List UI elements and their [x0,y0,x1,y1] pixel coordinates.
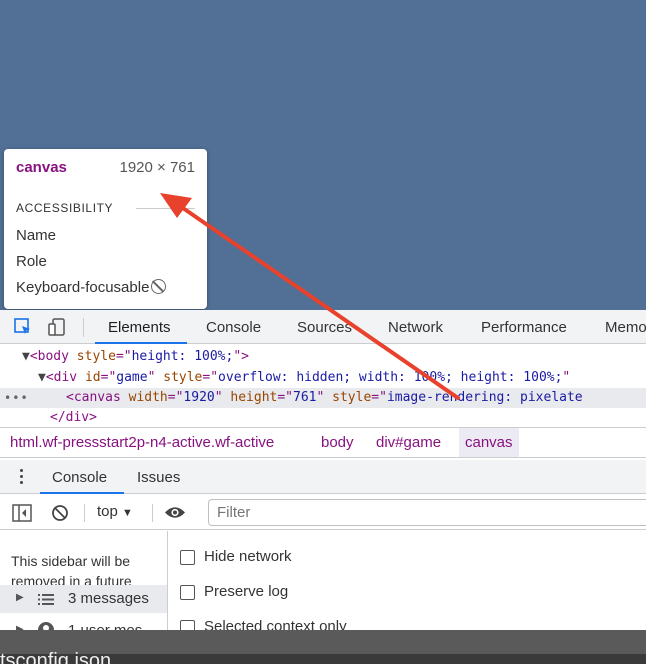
breadcrumb-div-game[interactable]: div#game [376,434,441,451]
bottom-taskbar: tsconfig.json [0,630,646,664]
toolbar-separator [84,504,85,522]
taskbar-file-label[interactable]: tsconfig.json [0,650,111,664]
tooltip-tag-name: canvas [16,159,67,176]
tooltip-row-role: Role [16,253,47,270]
device-toolbar-icon[interactable] [48,318,66,336]
filter-box [208,499,646,526]
dom-node-div-close[interactable]: </div> [50,408,646,428]
user-icon [38,622,54,630]
devtools-tabbar: Elements Console Sources Network Perform… [0,310,646,344]
dom-node-canvas[interactable]: ••• <canvas width="1920" height="761" sty… [0,388,646,408]
drawer-tab-console[interactable]: Console [52,469,107,486]
dropdown-triangle-icon: ▼ [122,507,133,519]
kebab-menu-icon[interactable] [20,469,24,485]
screen: canvas 1920 × 761 ACCESSIBILITY Name Rol… [0,0,646,664]
dom-tree: ▼<body style="height: 100%;"> ▼<div id="… [0,345,646,427]
breadcrumb-canvas[interactable]: canvas [459,428,519,457]
preserve-log-checkbox[interactable] [180,585,195,600]
show-sidebar-icon[interactable] [12,504,32,522]
drawer-tabbar: Console Issues [0,460,646,494]
tooltip-row-name: Name [16,227,57,244]
console-sidebar: This sidebar will be removed in a future… [0,531,168,630]
more-options-icon[interactable]: ••• [4,388,29,408]
hide-network-label: Hide network [204,548,292,565]
toolbar-separator [152,504,153,522]
context-select-value: top [97,503,118,520]
dom-node-div-game[interactable]: ▼<div id="game" style="overflow: hidden;… [38,368,646,388]
tooltip-divider [136,208,195,209]
tab-memory[interactable]: Memo [605,319,646,336]
tab-network[interactable]: Network [388,319,443,336]
expand-triangle-icon[interactable]: ▼ [38,370,46,385]
tab-sources[interactable]: Sources [297,319,352,336]
breadcrumb-html[interactable]: html.wf-pressstart2p-n4-active.wf-active [10,434,274,451]
tooltip-row-keyboard: Keyboard-focusable [16,279,167,296]
context-select[interactable]: top ▼ [97,503,133,520]
collapsed-triangle-icon: ▶ [16,592,24,603]
list-icon [38,594,54,605]
tab-performance[interactable]: Performance [481,319,567,336]
devtools-panel: Elements Console Sources Network Perform… [0,310,646,635]
clear-console-icon[interactable] [51,504,69,522]
tab-elements[interactable]: Elements [108,319,171,336]
inspect-element-icon[interactable] [14,318,32,336]
dom-node-body[interactable]: ▼<body style="height: 100%;"> [22,347,646,367]
tooltip-section-title: ACCESSIBILITY [16,201,114,215]
expand-triangle-icon[interactable]: ▼ [22,349,30,364]
tooltip-header: canvas 1920 × 761 [16,159,195,179]
sidebar-item-user-messages-label: 1 user mes [68,622,142,630]
tooltip-row-keyboard-label: Keyboard-focusable [16,279,150,296]
live-expression-eye-icon[interactable] [164,505,186,520]
not-allowed-icon [151,279,167,294]
tab-console[interactable]: Console [206,319,261,336]
drawer-tab-issues[interactable]: Issues [137,469,180,486]
preserve-log-label: Preserve log [204,583,289,600]
toolbar-separator [83,318,84,337]
console-settings: Hide network Preserve log Selected conte… [168,531,646,635]
hide-network-checkbox[interactable] [180,550,195,565]
breadcrumb: html.wf-pressstart2p-n4-active.wf-active… [0,427,646,458]
console-toolbar: top ▼ [0,495,646,530]
breadcrumb-body[interactable]: body [321,434,354,451]
sidebar-item-messages-label: 3 messages [68,590,149,607]
tooltip-dimensions: 1920 × 761 [119,159,196,176]
drawer-active-tab-indicator [40,492,124,494]
sidebar-item-messages[interactable]: ▶ 3 messages [0,585,167,613]
active-tab-indicator [95,342,187,344]
filter-input[interactable] [217,504,617,521]
sidebar-item-user-messages[interactable]: ▶ 1 user mes [0,617,167,630]
inspect-tooltip: canvas 1920 × 761 ACCESSIBILITY Name Rol… [4,149,207,309]
